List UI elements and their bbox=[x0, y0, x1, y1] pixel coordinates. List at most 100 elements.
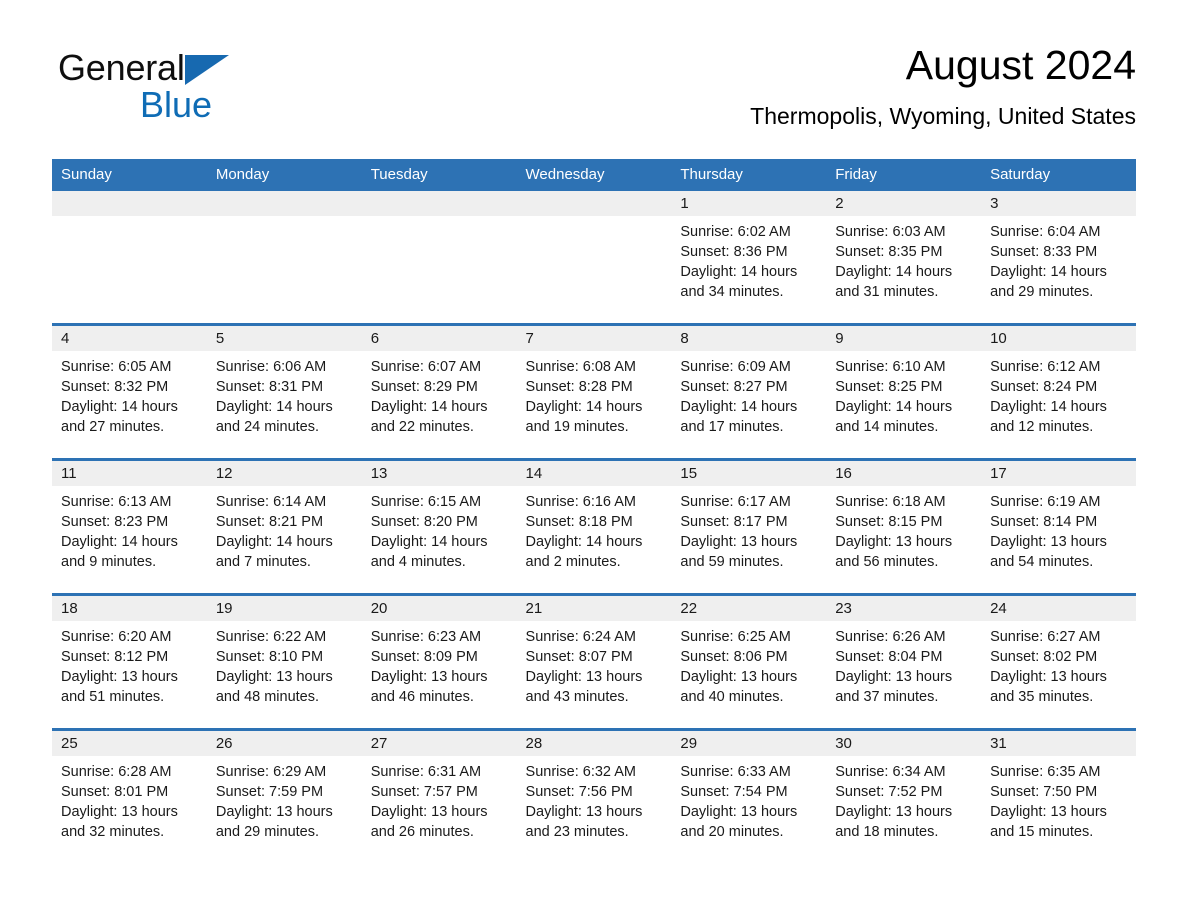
calendar-day-cell[interactable]: 5 Sunrise: 6:06 AM Sunset: 8:31 PM Daylight… bbox=[206, 323, 362, 460]
calendar-day-cell[interactable]: 9 Sunrise: 6:10 AM Sunset: 8:25 PM Daylight… bbox=[826, 323, 982, 460]
daylight-text: Daylight: 14 hours and 12 minutes. bbox=[990, 399, 1107, 435]
day-number: 9 bbox=[826, 326, 982, 351]
sunset-text: Sunset: 8:02 PM bbox=[990, 649, 1098, 665]
day-number: 12 bbox=[206, 461, 362, 486]
calendar-day-cell-content: 27 Sunrise: 6:31 AM Sunset: 7:57 PM Dayligh… bbox=[361, 731, 517, 863]
sunrise-text: Sunrise: 6:05 AM bbox=[61, 359, 172, 375]
daylight-text: Daylight: 14 hours and 19 minutes. bbox=[525, 399, 643, 435]
calendar-day-cell[interactable]: 26 Sunrise: 6:29 AM Sunset: 7:59 PM Dayligh… bbox=[206, 728, 362, 863]
daylight-text: Daylight: 13 hours and 59 minutes. bbox=[680, 534, 798, 570]
day-number: 26 bbox=[206, 731, 362, 756]
day-number: 13 bbox=[361, 461, 517, 486]
calendar-day-cell[interactable]: 27 Sunrise: 6:31 AM Sunset: 7:57 PM Dayligh… bbox=[361, 728, 517, 863]
day-number: 24 bbox=[981, 596, 1136, 621]
day-number: 1 bbox=[671, 191, 827, 216]
sunset-text: Sunset: 7:52 PM bbox=[835, 784, 943, 800]
calendar-day-cell[interactable]: 2 Sunrise: 6:03 AM Sunset: 8:35 PM Daylight… bbox=[826, 191, 982, 325]
calendar-day-cell[interactable]: 15 Sunrise: 6:17 AM Sunset: 8:17 PM Dayligh… bbox=[671, 458, 827, 595]
calendar-day-cell[interactable]: 17 Sunrise: 6:19 AM Sunset: 8:14 PM Dayligh… bbox=[981, 458, 1136, 595]
sunset-text: Sunset: 7:50 PM bbox=[990, 784, 1098, 800]
sunset-text: Sunset: 8:31 PM bbox=[215, 379, 324, 395]
sunset-text: Sunset: 8:25 PM bbox=[835, 379, 943, 395]
calendar-day-cell-content: 1 Sunrise: 6:02 AM Sunset: 8:36 PM Daylight… bbox=[671, 191, 827, 323]
calendar-day-cell[interactable]: 28 Sunrise: 6:32 AM Sunset: 7:56 PM Dayligh… bbox=[516, 728, 672, 863]
calendar-day-cell[interactable]: 6 Sunrise: 6:07 AM Sunset: 8:29 PM Daylight… bbox=[361, 323, 517, 460]
calendar-day-cell-content: 29 Sunrise: 6:33 AM Sunset: 7:54 PM Dayligh… bbox=[671, 731, 827, 863]
calendar-day-cell[interactable]: 8 Sunrise: 6:09 AM Sunset: 8:27 PM Daylight… bbox=[671, 323, 827, 460]
sunset-text: Sunset: 7:56 PM bbox=[525, 784, 633, 800]
daylight-text: Daylight: 13 hours and 51 minutes. bbox=[61, 669, 178, 705]
day-number: 10 bbox=[981, 326, 1136, 351]
sunrise-text: Sunrise: 6:20 AM bbox=[61, 629, 172, 645]
calendar-day-cell-content: 24 Sunrise: 6:27 AM Sunset: 8:02 PM Dayligh… bbox=[981, 596, 1136, 728]
daylight-text: Daylight: 14 hours and 9 minutes. bbox=[61, 534, 178, 570]
daylight-text: Daylight: 13 hours and 20 minutes. bbox=[680, 804, 798, 840]
calendar-day-cell[interactable]: 14 Sunrise: 6:16 AM Sunset: 8:18 PM Dayligh… bbox=[516, 458, 672, 595]
calendar-day-cell-content: 31 Sunrise: 6:35 AM Sunset: 7:50 PM Dayligh… bbox=[981, 731, 1136, 863]
sunset-text: Sunset: 8:23 PM bbox=[61, 514, 169, 530]
calendar-day-cell[interactable] bbox=[206, 191, 362, 325]
sunset-text: Sunset: 7:59 PM bbox=[215, 784, 324, 800]
calendar-day-cell-content: 12 Sunrise: 6:14 AM Sunset: 8:21 PM Dayligh… bbox=[206, 461, 362, 593]
day-details: Sunrise: 6:32 AM Sunset: 7:56 PM Daylight:… bbox=[517, 756, 672, 842]
calendar-day-cell[interactable] bbox=[361, 191, 517, 325]
daylight-text: Daylight: 13 hours and 29 minutes. bbox=[215, 804, 333, 840]
calendar-day-cell[interactable]: 25 Sunrise: 6:28 AM Sunset: 8:01 PM Dayligh… bbox=[52, 728, 207, 863]
calendar-day-cell[interactable]: 10 Sunrise: 6:12 AM Sunset: 8:24 PM Dayligh… bbox=[981, 323, 1136, 460]
calendar-day-cell[interactable]: 18 Sunrise: 6:20 AM Sunset: 8:12 PM Dayligh… bbox=[52, 593, 207, 730]
calendar-day-cell[interactable]: 1 Sunrise: 6:02 AM Sunset: 8:36 PM Daylight… bbox=[671, 191, 827, 325]
sunset-text: Sunset: 8:29 PM bbox=[370, 379, 478, 395]
sunrise-text: Sunrise: 6:18 AM bbox=[835, 494, 946, 510]
sunrise-text: Sunrise: 6:31 AM bbox=[370, 764, 482, 780]
calendar-day-cell[interactable]: 13 Sunrise: 6:15 AM Sunset: 8:20 PM Dayligh… bbox=[361, 458, 517, 595]
calendar-day-cell[interactable]: 11 Sunrise: 6:13 AM Sunset: 8:23 PM Dayligh… bbox=[52, 458, 207, 595]
calendar-day-cell[interactable]: 16 Sunrise: 6:18 AM Sunset: 8:15 PM Dayligh… bbox=[826, 458, 982, 595]
calendar-day-cell[interactable]: 30 Sunrise: 6:34 AM Sunset: 7:52 PM Dayligh… bbox=[826, 728, 982, 863]
calendar-day-cell[interactable]: 22 Sunrise: 6:25 AM Sunset: 8:06 PM Dayligh… bbox=[671, 593, 827, 730]
daylight-text: Daylight: 14 hours and 2 minutes. bbox=[525, 534, 643, 570]
day-number: 11 bbox=[52, 461, 207, 486]
calendar-day-cell-content: 30 Sunrise: 6:34 AM Sunset: 7:52 PM Dayligh… bbox=[826, 731, 982, 863]
calendar-day-cell[interactable]: 24 Sunrise: 6:27 AM Sunset: 8:02 PM Dayligh… bbox=[981, 593, 1136, 730]
sunrise-text: Sunrise: 6:04 AM bbox=[990, 224, 1101, 240]
day-number: 22 bbox=[671, 596, 827, 621]
calendar-week-row: 11 Sunrise: 6:13 AM Sunset: 8:23 PM Dayligh… bbox=[52, 458, 1136, 595]
calendar-day-cell[interactable]: 29 Sunrise: 6:33 AM Sunset: 7:54 PM Dayligh… bbox=[671, 728, 827, 863]
sunset-text: Sunset: 8:15 PM bbox=[835, 514, 943, 530]
day-number: 25 bbox=[52, 731, 207, 756]
calendar-day-cell[interactable]: 4 Sunrise: 6:05 AM Sunset: 8:32 PM Daylight… bbox=[52, 323, 207, 460]
sunrise-text: Sunrise: 6:29 AM bbox=[215, 764, 327, 780]
day-number: 28 bbox=[516, 731, 672, 756]
day-details: Sunrise: 6:04 AM Sunset: 8:33 PM Daylight:… bbox=[981, 216, 1136, 302]
calendar-day-cell[interactable]: 7 Sunrise: 6:08 AM Sunset: 8:28 PM Daylight… bbox=[516, 323, 672, 460]
calendar-day-cell[interactable]: 21 Sunrise: 6:24 AM Sunset: 8:07 PM Dayligh… bbox=[516, 593, 672, 730]
calendar-day-cell[interactable] bbox=[52, 191, 207, 325]
logo-word-general: General bbox=[58, 47, 185, 88]
day-number: 19 bbox=[206, 596, 362, 621]
calendar-day-cell[interactable]: 20 Sunrise: 6:23 AM Sunset: 8:09 PM Dayligh… bbox=[361, 593, 517, 730]
weekday-header-friday: Friday bbox=[826, 159, 982, 191]
calendar-day-cell-content: 16 Sunrise: 6:18 AM Sunset: 8:15 PM Dayligh… bbox=[826, 461, 982, 593]
daylight-text: Daylight: 13 hours and 54 minutes. bbox=[990, 534, 1107, 570]
sunrise-text: Sunrise: 6:26 AM bbox=[835, 629, 946, 645]
calendar-day-cell[interactable]: 31 Sunrise: 6:35 AM Sunset: 7:50 PM Dayligh… bbox=[981, 728, 1136, 863]
calendar-day-cell-content: 13 Sunrise: 6:15 AM Sunset: 8:20 PM Dayligh… bbox=[361, 461, 517, 593]
day-details: Sunrise: 6:14 AM Sunset: 8:21 PM Daylight:… bbox=[207, 486, 362, 572]
calendar-day-cell[interactable]: 19 Sunrise: 6:22 AM Sunset: 8:10 PM Dayligh… bbox=[206, 593, 362, 730]
calendar-day-cell[interactable]: 12 Sunrise: 6:14 AM Sunset: 8:21 PM Dayligh… bbox=[206, 458, 362, 595]
calendar-table: Sunday Monday Tuesday Wednesday Thursday… bbox=[52, 159, 1136, 863]
calendar-day-cell[interactable] bbox=[516, 191, 672, 325]
sunrise-text: Sunrise: 6:10 AM bbox=[835, 359, 946, 375]
day-details: Sunrise: 6:13 AM Sunset: 8:23 PM Daylight:… bbox=[52, 486, 207, 572]
calendar-day-cell[interactable]: 23 Sunrise: 6:26 AM Sunset: 8:04 PM Dayligh… bbox=[826, 593, 982, 730]
sunrise-text: Sunrise: 6:17 AM bbox=[680, 494, 791, 510]
daylight-text: Daylight: 13 hours and 15 minutes. bbox=[990, 804, 1107, 840]
sunset-text: Sunset: 8:10 PM bbox=[215, 649, 324, 665]
calendar-day-cell-content: 9 Sunrise: 6:10 AM Sunset: 8:25 PM Daylight… bbox=[826, 326, 982, 458]
day-number: 31 bbox=[981, 731, 1136, 756]
calendar-day-cell-content: 7 Sunrise: 6:08 AM Sunset: 8:28 PM Daylight… bbox=[516, 326, 672, 458]
day-details: Sunrise: 6:23 AM Sunset: 8:09 PM Daylight:… bbox=[362, 621, 517, 707]
calendar-day-cell[interactable]: 3 Sunrise: 6:04 AM Sunset: 8:33 PM Daylight… bbox=[981, 191, 1136, 325]
day-details: Sunrise: 6:28 AM Sunset: 8:01 PM Daylight:… bbox=[52, 756, 207, 842]
calendar-day-cell-content: 22 Sunrise: 6:25 AM Sunset: 8:06 PM Dayligh… bbox=[671, 596, 827, 728]
